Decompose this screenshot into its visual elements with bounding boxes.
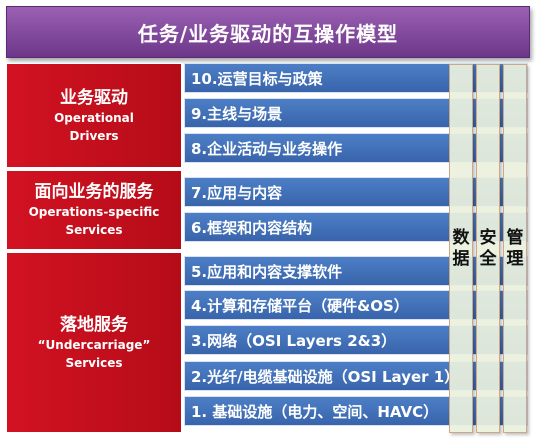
driver-undercarriage-en2: Services <box>65 355 123 370</box>
driver-operations-specific-en1: Operations-specific <box>28 205 160 219</box>
column-management-char1: 管 <box>506 227 524 248</box>
column-security-char2: 全 <box>479 248 497 269</box>
column-data: 数 据 <box>449 64 473 433</box>
column-security: 安 全 <box>476 64 500 433</box>
column-data-char1: 数 <box>452 227 470 248</box>
driver-operational: 业务驱动 Operational Drivers <box>6 63 182 168</box>
driver-operational-en2: Drivers <box>69 128 119 143</box>
driver-undercarriage-en1: “Undercarriage” <box>37 337 151 352</box>
driver-operations-specific-en2: Services <box>65 223 123 237</box>
column-management: 管 理 <box>503 64 527 433</box>
column-data-char2: 据 <box>452 248 470 269</box>
driver-operational-en1: Operational <box>54 110 134 125</box>
driver-operational-zh: 业务驱动 <box>60 87 128 108</box>
driver-undercarriage-zh: 落地服务 <box>60 314 128 335</box>
driver-operations-specific-zh: 面向业务的服务 <box>34 182 154 202</box>
driver-operations-specific: 面向业务的服务 Operations-specific Services <box>6 170 182 250</box>
column-security-char1: 安 <box>479 227 497 248</box>
column-management-char2: 理 <box>506 248 524 269</box>
driver-undercarriage: 落地服务 “Undercarriage” Services <box>6 252 182 433</box>
diagram-title: 任务/业务驱动的互操作模型 <box>6 6 530 58</box>
